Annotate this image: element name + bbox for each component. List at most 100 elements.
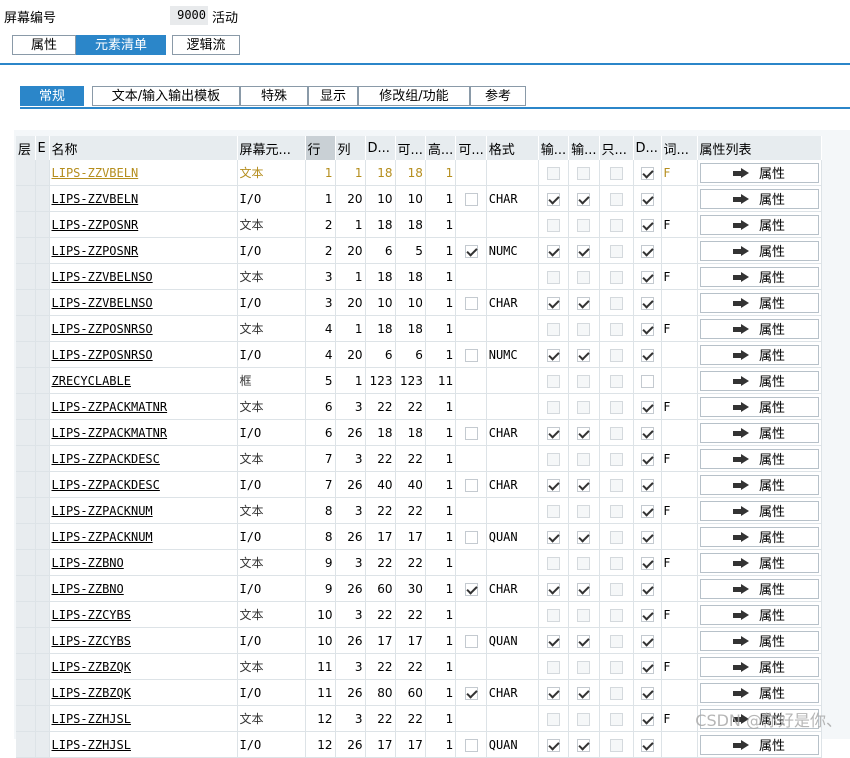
scrollable-checkbox[interactable] xyxy=(464,244,478,258)
table-row[interactable]: LIPS-ZZVBELNSO 文本 3 1 18 18 1 F 属性 xyxy=(16,263,822,290)
row-selector[interactable] xyxy=(16,263,36,290)
attributes-button[interactable]: 属性 xyxy=(699,240,819,261)
column-header-vis-length[interactable]: 可... xyxy=(395,136,426,160)
table-row[interactable]: LIPS-ZZPOSNR I/O 2 20 6 5 1 NUMC 属性 xyxy=(16,237,822,264)
readonly-checkbox[interactable] xyxy=(609,634,623,648)
attributes-button[interactable]: 属性 xyxy=(699,422,819,443)
input-checkbox[interactable] xyxy=(546,452,560,466)
input-checkbox[interactable] xyxy=(546,556,560,570)
table-row[interactable]: LIPS-ZZPACKDESC I/O 7 26 40 40 1 CHAR 属性 xyxy=(16,471,822,498)
screen-number-field[interactable]: 9000 xyxy=(170,6,208,25)
table-row[interactable]: LIPS-ZZPACKMATNR I/O 6 26 18 18 1 CHAR 属性 xyxy=(16,419,822,446)
table-row[interactable]: LIPS-ZZVBELN I/O 1 20 10 10 1 CHAR 属性 xyxy=(16,185,822,212)
row-selector-e[interactable] xyxy=(35,705,50,732)
element-name[interactable]: LIPS-ZZPACKDESC xyxy=(49,471,238,498)
table-row[interactable]: LIPS-ZZPOSNR 文本 2 1 18 18 1 F 属性 xyxy=(16,211,822,238)
tab-element-list[interactable]: 元素清单 xyxy=(76,35,166,55)
dropdown-checkbox[interactable] xyxy=(640,270,654,284)
attributes-button[interactable]: 属性 xyxy=(699,266,819,287)
attributes-button[interactable]: 属性 xyxy=(699,318,819,339)
element-name[interactable]: LIPS-ZZPACKMATNR xyxy=(49,419,238,446)
element-name[interactable]: LIPS-ZZBZQK xyxy=(49,653,238,680)
row-selector-e[interactable] xyxy=(35,185,50,212)
output-checkbox[interactable] xyxy=(577,400,591,414)
row-selector[interactable] xyxy=(16,523,36,550)
column-header-def-length[interactable]: D... xyxy=(365,136,396,160)
dropdown-checkbox[interactable] xyxy=(640,322,654,336)
row-selector[interactable] xyxy=(16,393,36,420)
table-row[interactable]: LIPS-ZZPACKNUM 文本 8 3 22 22 1 F 属性 xyxy=(16,497,822,524)
scrollable-checkbox[interactable] xyxy=(464,296,478,310)
element-name[interactable]: LIPS-ZZVBELN xyxy=(49,185,238,212)
readonly-checkbox[interactable] xyxy=(609,192,623,206)
scrollable-checkbox[interactable] xyxy=(464,634,478,648)
attributes-button[interactable]: 属性 xyxy=(699,370,819,391)
readonly-checkbox[interactable] xyxy=(609,400,623,414)
row-selector-e[interactable] xyxy=(35,627,50,654)
input-checkbox[interactable] xyxy=(546,478,560,492)
dropdown-checkbox[interactable] xyxy=(640,244,654,258)
table-row[interactable]: LIPS-ZZPACKNUM I/O 8 26 17 17 1 QUAN 属性 xyxy=(16,523,822,550)
input-checkbox[interactable] xyxy=(546,244,560,258)
dropdown-checkbox[interactable] xyxy=(640,452,654,466)
column-header-screen-element[interactable]: 屏幕元... xyxy=(237,136,306,160)
output-checkbox[interactable] xyxy=(577,296,591,310)
dropdown-checkbox[interactable] xyxy=(640,192,654,206)
table-row[interactable]: LIPS-ZZCYBS I/O 10 26 17 17 1 QUAN 属性 xyxy=(16,627,822,654)
dropdown-checkbox[interactable] xyxy=(640,166,654,180)
element-name[interactable]: LIPS-ZZVBELNSO xyxy=(49,263,238,290)
table-row[interactable]: LIPS-ZZPACKDESC 文本 7 3 22 22 1 F 属性 xyxy=(16,445,822,472)
scrollable-checkbox[interactable] xyxy=(464,426,478,440)
output-checkbox[interactable] xyxy=(577,218,591,232)
readonly-checkbox[interactable] xyxy=(609,582,623,596)
row-selector-e[interactable] xyxy=(35,367,50,394)
column-header-output[interactable]: 输... xyxy=(568,136,600,160)
element-name[interactable]: LIPS-ZZPOSNRSO xyxy=(49,315,238,342)
row-selector[interactable] xyxy=(16,315,36,342)
scrollable-checkbox[interactable] xyxy=(464,348,478,362)
element-name[interactable]: ZRECYCLABLE xyxy=(49,367,238,394)
subtab-text-io-template[interactable]: 文本/输入输出模板 xyxy=(92,86,240,106)
table-row[interactable]: LIPS-ZZPOSNRSO 文本 4 1 18 18 1 F 属性 xyxy=(16,315,822,342)
row-selector-e[interactable] xyxy=(35,211,50,238)
element-name[interactable]: LIPS-ZZBNO xyxy=(49,549,238,576)
output-checkbox[interactable] xyxy=(577,426,591,440)
input-checkbox[interactable] xyxy=(546,322,560,336)
readonly-checkbox[interactable] xyxy=(609,374,623,388)
row-selector[interactable] xyxy=(16,549,36,576)
readonly-checkbox[interactable] xyxy=(609,322,623,336)
output-checkbox[interactable] xyxy=(577,452,591,466)
row-selector[interactable] xyxy=(16,601,36,628)
input-checkbox[interactable] xyxy=(546,738,560,752)
table-row[interactable]: LIPS-ZZCYBS 文本 10 3 22 22 1 F 属性 xyxy=(16,601,822,628)
attributes-button[interactable]: 属性 xyxy=(699,578,819,599)
input-checkbox[interactable] xyxy=(546,348,560,362)
table-row[interactable]: LIPS-ZZVBELN 文本 1 1 18 18 1 F 属性 xyxy=(16,160,822,186)
attributes-button[interactable]: 属性 xyxy=(699,604,819,625)
dropdown-checkbox[interactable] xyxy=(640,218,654,232)
readonly-checkbox[interactable] xyxy=(609,270,623,284)
row-selector-e[interactable] xyxy=(35,289,50,316)
column-header-readonly[interactable]: 只... xyxy=(599,136,634,160)
dropdown-checkbox[interactable] xyxy=(640,634,654,648)
input-checkbox[interactable] xyxy=(546,712,560,726)
column-header-column[interactable]: 列 xyxy=(335,136,366,160)
row-selector-e[interactable] xyxy=(35,393,50,420)
input-checkbox[interactable] xyxy=(546,218,560,232)
row-selector[interactable] xyxy=(16,471,36,498)
readonly-checkbox[interactable] xyxy=(609,426,623,440)
row-selector[interactable] xyxy=(16,419,36,446)
readonly-checkbox[interactable] xyxy=(609,530,623,544)
output-checkbox[interactable] xyxy=(577,712,591,726)
row-selector[interactable] xyxy=(16,185,36,212)
column-header-input[interactable]: 输... xyxy=(538,136,570,160)
row-selector-e[interactable] xyxy=(35,601,50,628)
row-selector-e[interactable] xyxy=(35,731,50,758)
row-selector[interactable] xyxy=(16,160,36,186)
element-name[interactable]: LIPS-ZZVBELN xyxy=(49,160,238,186)
subtab-modif-group[interactable]: 修改组/功能 xyxy=(358,86,470,106)
readonly-checkbox[interactable] xyxy=(609,738,623,752)
row-selector[interactable] xyxy=(16,575,36,602)
scrollable-checkbox[interactable] xyxy=(464,192,478,206)
row-selector[interactable] xyxy=(16,705,36,732)
